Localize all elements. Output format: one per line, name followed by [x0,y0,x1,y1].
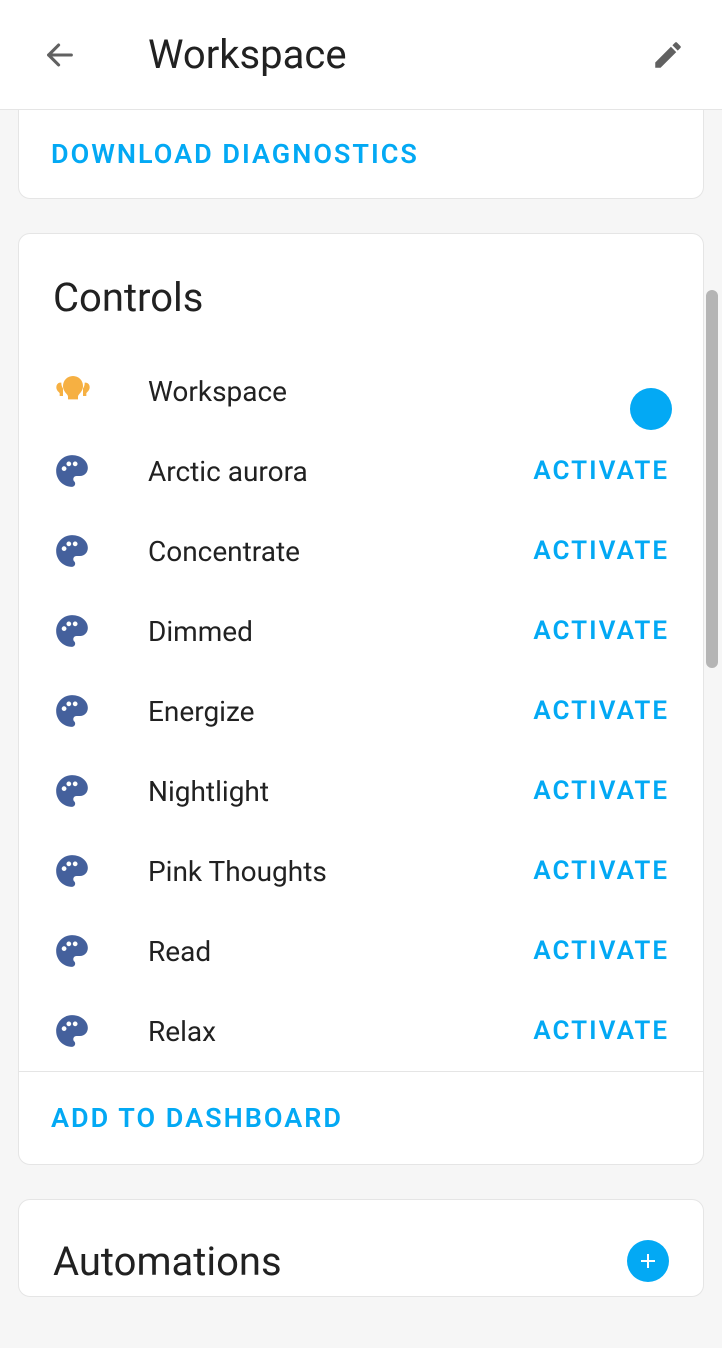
scene-label: Pink Thoughts [148,855,327,888]
add-to-dashboard-button[interactable]: ADD TO DASHBOARD [19,1071,703,1164]
scene-row: Arctic aurora ACTIVATE [19,431,703,511]
activate-button[interactable]: ACTIVATE [533,1016,669,1046]
palette-icon [53,452,93,490]
scene-label: Arctic aurora [148,455,308,488]
scene-row: Relax ACTIVATE [19,991,703,1071]
plus-icon [636,1249,660,1273]
back-button[interactable] [40,35,80,75]
palette-icon [53,532,93,570]
palette-icon [53,932,93,970]
scene-row: Pink Thoughts ACTIVATE [19,831,703,911]
activate-button[interactable]: ACTIVATE [533,696,669,726]
scrollbar[interactable] [706,290,718,668]
palette-icon [53,692,93,730]
scene-label: Concentrate [148,535,300,568]
automations-card: Automations [18,1199,704,1297]
scene-label: Energize [148,695,255,728]
automations-heading: Automations [53,1238,282,1285]
activate-button[interactable]: ACTIVATE [533,776,669,806]
palette-icon [53,772,93,810]
scene-label: Read [148,935,211,968]
activate-button[interactable]: ACTIVATE [533,536,669,566]
controls-heading: Controls [19,234,703,351]
diagnostics-card: DOWNLOAD DIAGNOSTICS [18,110,704,199]
edit-button[interactable] [648,35,688,75]
scene-label: Relax [148,1015,216,1048]
header: Workspace [0,0,722,110]
scene-row: Read ACTIVATE [19,911,703,991]
scene-label: Nightlight [148,775,269,808]
page-title: Workspace [148,31,347,78]
activate-button[interactable]: ACTIVATE [533,936,669,966]
scene-row: Dimmed ACTIVATE [19,591,703,671]
scene-row: Nightlight ACTIVATE [19,751,703,831]
scene-label: Dimmed [148,615,253,648]
scene-row: Concentrate ACTIVATE [19,511,703,591]
scene-row: Energize ACTIVATE [19,671,703,751]
light-group-icon [53,371,93,411]
activate-button[interactable]: ACTIVATE [533,616,669,646]
download-diagnostics-button[interactable]: DOWNLOAD DIAGNOSTICS [19,110,703,198]
palette-icon [53,1012,93,1050]
controls-card: Controls Workspace Arctic aurora ACTIVATE… [18,233,704,1165]
content-area: DOWNLOAD DIAGNOSTICS Controls Workspace … [0,110,722,1297]
palette-icon [53,612,93,650]
arrow-left-icon [43,38,77,72]
palette-icon [53,852,93,890]
control-group-row: Workspace [19,351,703,431]
control-group-label: Workspace [148,375,287,408]
pencil-icon [651,38,685,72]
add-automation-button[interactable] [627,1240,669,1282]
activate-button[interactable]: ACTIVATE [533,456,669,486]
activate-button[interactable]: ACTIVATE [533,856,669,886]
